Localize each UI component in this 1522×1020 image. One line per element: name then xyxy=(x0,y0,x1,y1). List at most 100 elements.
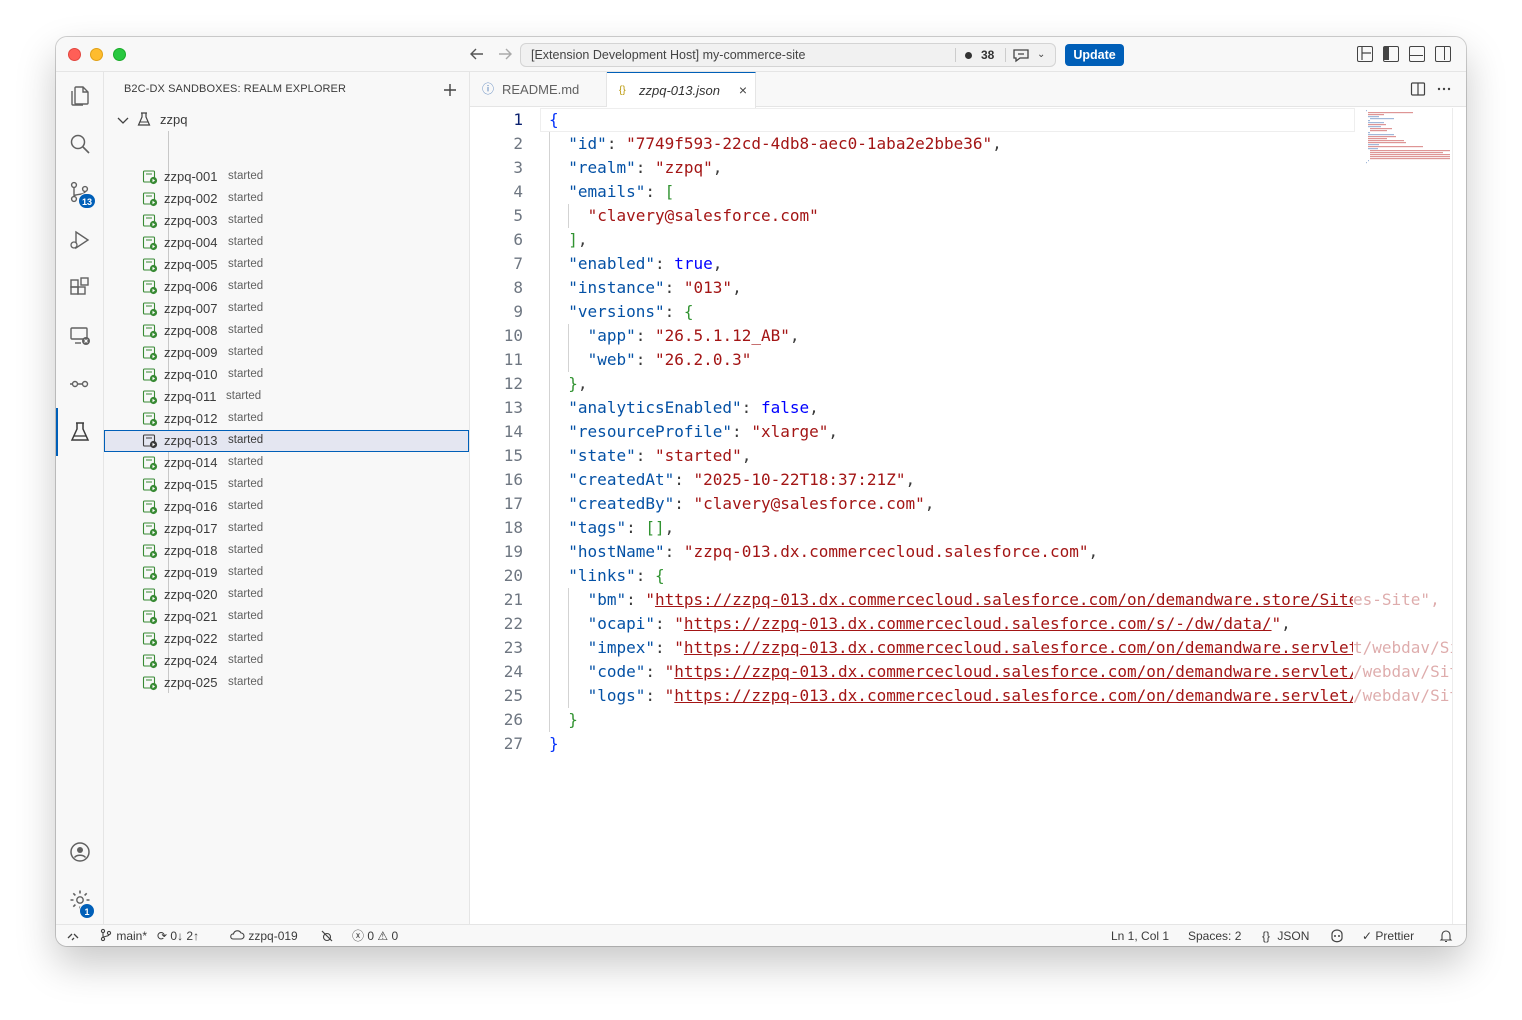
realm-explorer-icon[interactable] xyxy=(56,408,104,456)
toggle-secondary-sidebar-icon[interactable] xyxy=(1435,46,1451,62)
sandbox-status: started xyxy=(228,280,264,292)
back-arrow-icon[interactable] xyxy=(468,45,486,63)
debug-off-icon[interactable] xyxy=(320,925,334,946)
line-content: "links": { xyxy=(568,566,665,585)
sandbox-item-zzpq-006[interactable]: zzpq-006 started xyxy=(104,276,469,298)
sandbox-item-zzpq-025[interactable]: zzpq-025 started xyxy=(104,672,469,694)
sandbox-item-zzpq-010[interactable]: zzpq-010 started xyxy=(104,364,469,386)
indent-guide xyxy=(568,324,569,372)
sandbox-status: started xyxy=(228,302,264,314)
code-line: 10 "app": "26.5.1.12_AB", xyxy=(470,324,1430,348)
sandbox-status: started xyxy=(228,412,264,424)
sandbox-name: zzpq-007 xyxy=(164,301,218,316)
sandbox-item-zzpq-019[interactable]: zzpq-019 started xyxy=(104,562,469,584)
close-window-button[interactable] xyxy=(68,48,81,61)
language-label: JSON xyxy=(1277,929,1310,943)
sandbox-item-zzpq-009[interactable]: zzpq-009 started xyxy=(104,342,469,364)
code-line: 4 "emails": [ xyxy=(470,180,1430,204)
problems-status[interactable]: ⓧ 0 ⚠ 0 xyxy=(352,925,398,946)
minimize-window-button[interactable] xyxy=(90,48,103,61)
toggle-panel-icon[interactable] xyxy=(1409,46,1425,62)
sandbox-item-zzpq-003[interactable]: zzpq-003 started xyxy=(104,210,469,232)
explorer-icon[interactable] xyxy=(56,72,104,120)
timeline-icon[interactable] xyxy=(56,360,104,408)
extensions-icon[interactable] xyxy=(56,264,104,312)
remote-indicator[interactable] xyxy=(66,925,80,946)
split-editor-icon[interactable] xyxy=(1410,81,1426,97)
sandbox-item-zzpq-018[interactable]: zzpq-018 started xyxy=(104,540,469,562)
accounts-icon[interactable] xyxy=(56,828,104,876)
sandbox-status: started xyxy=(226,390,262,402)
sandbox-item-zzpq-014[interactable]: zzpq-014 started xyxy=(104,452,469,474)
sandbox-item-zzpq-017[interactable]: zzpq-017 started xyxy=(104,518,469,540)
sandbox-status: started xyxy=(228,632,264,644)
maximize-window-button[interactable] xyxy=(113,48,126,61)
sandbox-item-zzpq-005[interactable]: zzpq-005 started xyxy=(104,254,469,276)
line-overflow-faded: t/webdav/Si xyxy=(1353,638,1453,657)
language-mode[interactable]: {} JSON xyxy=(1262,925,1309,946)
indentation-status[interactable]: Spaces: 2 xyxy=(1188,925,1241,946)
code-line: 2 "id": "7749f593-22cd-4db8-aec0-1aba2e2… xyxy=(470,132,1430,156)
sandbox-item-zzpq-013[interactable]: zzpq-013 started xyxy=(104,430,469,452)
toggle-primary-sidebar-icon[interactable] xyxy=(1383,46,1399,62)
run-debug-icon[interactable] xyxy=(56,216,104,264)
sandbox-item-zzpq-002[interactable]: zzpq-002 started xyxy=(104,188,469,210)
line-content: "createdAt": "2025-10-22T18:37:21Z", xyxy=(568,470,916,489)
settings-gear-icon[interactable]: 1 xyxy=(56,876,104,924)
line-content: "bm": "https://zzpq-013.dx.commercecloud… xyxy=(587,590,1353,609)
command-center[interactable]: [Extension Development Host] my-commerce… xyxy=(520,43,1056,67)
chevron-down-icon[interactable]: ⌄ xyxy=(1037,44,1045,66)
sandbox-item-zzpq-024[interactable]: zzpq-024 started xyxy=(104,650,469,672)
line-number: 6 xyxy=(513,230,523,249)
branch-status[interactable]: main* xyxy=(99,925,147,946)
customize-layout-icon[interactable] xyxy=(1357,46,1373,62)
sandbox-item-zzpq-004[interactable]: zzpq-004 started xyxy=(104,232,469,254)
line-content: "realm": "zzpq", xyxy=(568,158,723,177)
close-icon[interactable]: × xyxy=(739,73,747,108)
cursor-position[interactable]: Ln 1, Col 1 xyxy=(1111,925,1169,946)
chat-icon[interactable] xyxy=(1011,46,1031,64)
sandbox-name: zzpq-016 xyxy=(164,499,218,514)
sandbox-item-zzpq-011[interactable]: zzpq-011 started xyxy=(104,386,469,408)
sandbox-item-zzpq-021[interactable]: zzpq-021 started xyxy=(104,606,469,628)
sandbox-item-zzpq-016[interactable]: zzpq-016 started xyxy=(104,496,469,518)
code-line: 1{ xyxy=(470,108,1430,132)
line-number: 24 xyxy=(503,662,523,681)
dot-icon xyxy=(965,52,972,59)
code-line: 18 "tags": [], xyxy=(470,516,1430,540)
cloud-icon xyxy=(229,929,248,943)
search-icon[interactable] xyxy=(56,120,104,168)
vscode-window: [Extension Development Host] my-commerce… xyxy=(56,37,1466,946)
notifications-bell-icon[interactable] xyxy=(1439,925,1453,946)
line-number: 12 xyxy=(503,374,523,393)
vertical-scrollbar[interactable] xyxy=(1452,108,1466,924)
tab-zzpq-013-json[interactable]: {} zzpq-013.json × xyxy=(607,72,756,108)
sandbox-item-zzpq-012[interactable]: zzpq-012 started xyxy=(104,408,469,430)
sandbox-name: zzpq-013 xyxy=(164,433,218,448)
sandbox-item-zzpq-008[interactable]: zzpq-008 started xyxy=(104,320,469,342)
formatter-status[interactable]: ✓ Prettier xyxy=(1362,925,1414,946)
tab-readme[interactable]: ⓘ README.md xyxy=(470,72,607,107)
line-content: "logs": "https://zzpq-013.dx.commerceclo… xyxy=(587,686,1353,705)
sandbox-item-zzpq-007[interactable]: zzpq-007 started xyxy=(104,298,469,320)
sandbox-item-zzpq-022[interactable]: zzpq-022 started xyxy=(104,628,469,650)
sandbox-status[interactable]: zzpq-019 xyxy=(229,925,298,946)
realm-explorer-sidebar: B2C-DX SANDBOXES: REALM EXPLORER zzpq zz… xyxy=(104,72,509,924)
line-number: 2 xyxy=(513,134,523,153)
sandbox-item-zzpq-020[interactable]: zzpq-020 started xyxy=(104,584,469,606)
realm-label: zzpq xyxy=(160,112,188,127)
copilot-icon[interactable] xyxy=(1329,925,1345,946)
add-icon[interactable] xyxy=(441,81,459,99)
sandbox-item-zzpq-015[interactable]: zzpq-015 started xyxy=(104,474,469,496)
remote-explorer-icon[interactable] xyxy=(56,312,104,360)
code-editor[interactable]: 1{2 "id": "7749f593-22cd-4db8-aec0-1aba2… xyxy=(470,108,1466,924)
more-actions-icon[interactable] xyxy=(1436,81,1452,97)
line-content: "emails": [ xyxy=(568,182,675,201)
forward-arrow-icon[interactable] xyxy=(496,45,514,63)
source-control-icon[interactable]: 13 xyxy=(56,168,104,216)
minimap[interactable] xyxy=(1364,108,1452,168)
update-button[interactable]: Update xyxy=(1065,44,1124,66)
sandbox-item-zzpq-001[interactable]: zzpq-001 started xyxy=(104,166,469,188)
line-content: "code": "https://zzpq-013.dx.commerceclo… xyxy=(587,662,1353,681)
sync-status[interactable]: ⟳ 0↓ 2↑ xyxy=(157,925,199,946)
